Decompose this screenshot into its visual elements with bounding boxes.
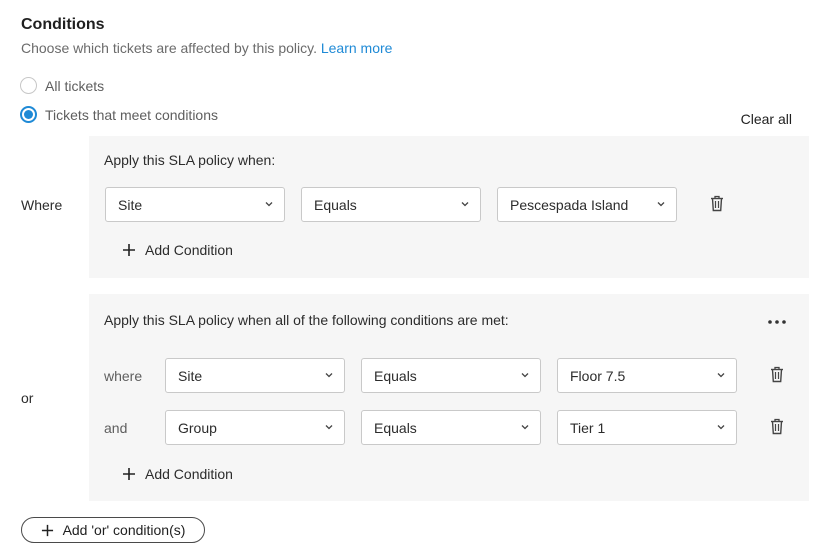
- chevron-down-icon: [521, 373, 529, 378]
- plus-icon: [123, 468, 135, 480]
- chevron-down-icon: [717, 425, 725, 430]
- radio-all-tickets[interactable]: All tickets: [20, 77, 104, 94]
- field-select-value: Site: [178, 367, 203, 384]
- add-condition-button[interactable]: Add Condition: [122, 466, 233, 482]
- field-select[interactable]: Site: [105, 187, 285, 222]
- radio-meet-conditions-label: Tickets that meet conditions: [45, 106, 219, 123]
- value-select[interactable]: Pescespada Island: [497, 187, 677, 222]
- chevron-down-icon: [657, 202, 665, 207]
- chevron-down-icon: [265, 202, 273, 207]
- field-select[interactable]: Group: [165, 410, 345, 445]
- radio-checked-icon[interactable]: [20, 106, 37, 123]
- or-label: or: [21, 390, 34, 406]
- where-label: Where: [21, 197, 63, 213]
- radio-meet-conditions[interactable]: Tickets that meet conditions: [20, 106, 218, 123]
- chevron-down-icon: [521, 425, 529, 430]
- value-select-value: Tier 1: [570, 419, 606, 436]
- operator-select-value: Equals: [314, 196, 357, 213]
- field-select[interactable]: Site: [165, 358, 345, 393]
- more-dots-icon[interactable]: [767, 318, 787, 326]
- add-or-condition-label: Add 'or' condition(s): [62, 522, 186, 538]
- trash-icon[interactable]: [710, 195, 724, 212]
- operator-select[interactable]: Equals: [301, 187, 481, 222]
- chevron-down-icon: [325, 373, 333, 378]
- value-select[interactable]: Tier 1: [557, 410, 737, 445]
- group-1-title: Apply this SLA policy when:: [104, 152, 276, 168]
- radio-unchecked-icon[interactable]: [20, 77, 37, 94]
- field-select-value: Group: [178, 419, 217, 436]
- add-condition-label: Add Condition: [145, 466, 233, 482]
- trash-icon[interactable]: [770, 366, 784, 383]
- field-select-value: Site: [118, 196, 143, 213]
- condition-group-2: Apply this SLA policy when all of the fo…: [89, 294, 809, 501]
- row-label-and: and: [104, 420, 128, 436]
- condition-group-1: Apply this SLA policy when: Site Equals …: [89, 136, 809, 278]
- add-condition-label: Add Condition: [145, 242, 233, 258]
- conditions-description: Choose which tickets are affected by thi…: [21, 40, 392, 56]
- clear-all-button[interactable]: Clear all: [741, 111, 792, 127]
- value-select-value: Pescespada Island: [510, 196, 629, 213]
- chevron-down-icon: [325, 425, 333, 430]
- add-condition-button[interactable]: Add Condition: [122, 242, 233, 258]
- chevron-down-icon: [717, 373, 725, 378]
- operator-select[interactable]: Equals: [361, 410, 541, 445]
- chevron-down-icon: [461, 202, 469, 207]
- row-label-where: where: [104, 368, 143, 384]
- group-2-title: Apply this SLA policy when all of the fo…: [104, 312, 509, 328]
- add-or-condition-button[interactable]: Add 'or' condition(s): [21, 517, 205, 543]
- radio-all-tickets-label: All tickets: [45, 77, 105, 94]
- description-text: Choose which tickets are affected by thi…: [21, 40, 317, 56]
- operator-select[interactable]: Equals: [361, 358, 541, 393]
- operator-select-value: Equals: [374, 367, 417, 384]
- plus-icon: [123, 244, 135, 256]
- trash-icon[interactable]: [770, 418, 784, 435]
- conditions-title: Conditions: [21, 16, 105, 33]
- value-select-value: Floor 7.5: [570, 367, 626, 384]
- plus-icon: [41, 524, 53, 536]
- operator-select-value: Equals: [374, 419, 417, 436]
- learn-more-link[interactable]: Learn more: [321, 40, 393, 56]
- value-select[interactable]: Floor 7.5: [557, 358, 737, 393]
